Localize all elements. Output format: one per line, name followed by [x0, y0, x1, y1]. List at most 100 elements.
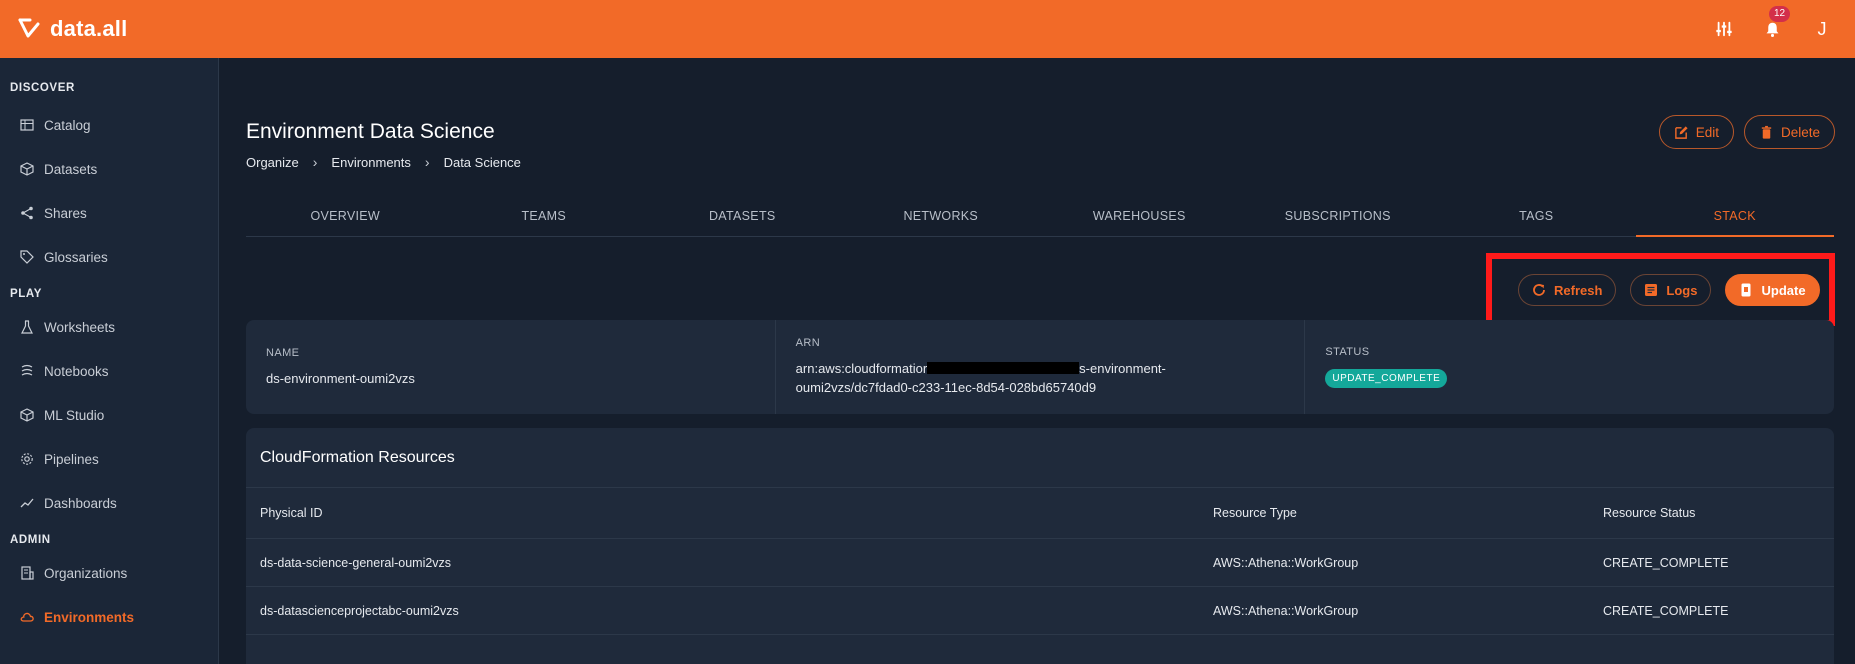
- tab-warehouses[interactable]: WAREHOUSES: [1040, 196, 1239, 236]
- breadcrumb-environments[interactable]: Environments: [331, 155, 410, 170]
- sidebar-item-label: Notebooks: [44, 363, 109, 379]
- resources-title: CloudFormation Resources: [246, 428, 1834, 488]
- breadcrumb-current: Data Science: [443, 154, 521, 170]
- notifications-bell-icon[interactable]: 12: [1759, 6, 1791, 42]
- sidebar-item-label: Organizations: [44, 565, 128, 581]
- stack-name-cell: NAME ds-environment-oumi2vzs: [246, 320, 776, 414]
- physical-id-cell: ds-datascienceprojectabc-oumi2vzs: [260, 603, 459, 618]
- sidebar-item-shares[interactable]: Shares: [0, 191, 218, 235]
- tag-icon: [20, 250, 34, 264]
- sidebar-item-label: ML Studio: [44, 407, 105, 423]
- column-header-physical-id: Physical ID: [260, 506, 323, 520]
- stack-status-label: STATUS: [1325, 346, 1370, 358]
- sidebar-item-environments[interactable]: Environments: [0, 595, 218, 639]
- logs-button-label: Logs: [1666, 282, 1698, 298]
- status-badge: UPDATE_COMPLETE: [1325, 369, 1448, 388]
- datasets-icon: [20, 162, 34, 176]
- settings-sliders-icon[interactable]: [1711, 16, 1737, 42]
- tab-teams[interactable]: TEAMS: [445, 196, 644, 236]
- stack-info-card: NAME ds-environment-oumi2vzs ARN arn:aws…: [246, 320, 1834, 414]
- stack-arn-value: arn:aws:cloudformatior s-environment- oum…: [796, 359, 1285, 397]
- chevron-right-icon: ›: [424, 154, 430, 170]
- cube-icon: [20, 408, 34, 422]
- stack-status-cell: STATUS UPDATE_COMPLETE: [1305, 320, 1834, 414]
- breadcrumb-organize[interactable]: Organize: [246, 155, 299, 170]
- catalog-icon: [20, 119, 34, 131]
- table-row: ds-datascienceprojectabc-oumi2vzs AWS::A…: [246, 587, 1834, 635]
- page-title: Environment Data Science: [246, 120, 495, 143]
- logs-icon: [1645, 284, 1658, 296]
- refresh-button-label: Refresh: [1554, 282, 1603, 298]
- stack-arn-label: ARN: [795, 337, 821, 349]
- physical-id-cell: ds-data-science-general-oumi2vzs: [260, 555, 452, 570]
- environment-tabs: OVERVIEW TEAMS DATASETS NETWORKS WAREHOU…: [246, 196, 1834, 237]
- sidebar-item-label: Shares: [44, 205, 87, 221]
- stack-name-label: NAME: [266, 346, 300, 359]
- tab-stack[interactable]: STACK: [1635, 196, 1835, 237]
- redaction-bar: [927, 362, 1080, 374]
- chart-icon: [20, 498, 34, 508]
- sidebar-item-label: Pipelines: [44, 451, 99, 467]
- stack-arn-cell: ARN arn:aws:cloudformatior s-environment-…: [776, 320, 1306, 414]
- brand-logo[interactable]: data.all: [16, 16, 127, 42]
- tab-datasets[interactable]: DATASETS: [643, 196, 842, 236]
- sidebar-item-label: Catalog: [44, 117, 91, 133]
- delete-button[interactable]: Delete: [1743, 115, 1835, 149]
- breadcrumb: Organize › Environments › Data Science: [246, 154, 521, 170]
- tab-subscriptions[interactable]: SUBSCRIPTIONS: [1239, 196, 1438, 236]
- sidebar-item-worksheets[interactable]: Worksheets: [0, 305, 218, 349]
- trash-icon: [1761, 125, 1772, 139]
- table-header-row: Physical ID Resource Type Resource Statu…: [246, 488, 1834, 539]
- sidebar-item-catalog[interactable]: Catalog: [0, 103, 218, 147]
- brand-name: data.all: [50, 16, 128, 41]
- edit-button[interactable]: Edit: [1658, 115, 1734, 149]
- sidebar-item-notebooks[interactable]: Notebooks: [0, 349, 218, 393]
- sidebar-item-label: Environments: [44, 609, 135, 625]
- sidebar-item-ml-studio[interactable]: ML Studio: [0, 393, 218, 437]
- top-app-bar: data.all 12 J: [0, 0, 1855, 58]
- arn-suffix: s-environment-: [1079, 361, 1166, 376]
- arn-line-2: oumi2vzs/dc7fdad0-c233-11ec-8d54-028bd65…: [795, 380, 1097, 395]
- building-icon: [21, 566, 34, 580]
- gear-icon: [21, 453, 33, 465]
- tab-overview[interactable]: OVERVIEW: [246, 196, 445, 236]
- sidebar-item-label: Glossaries: [44, 249, 108, 265]
- cloud-icon: [20, 612, 34, 622]
- edit-icon: [1674, 125, 1688, 139]
- user-avatar[interactable]: J: [1807, 19, 1837, 40]
- share-icon: [21, 206, 33, 220]
- sidebar-section-admin: ADMIN: [10, 534, 51, 546]
- tab-tags[interactable]: TAGS: [1437, 196, 1636, 236]
- sidebar-section-discover: DISCOVER: [10, 82, 75, 94]
- chevron-right-icon: ›: [312, 154, 318, 170]
- sidebar-item-pipelines[interactable]: Pipelines: [0, 437, 218, 481]
- update-icon: [1741, 283, 1751, 297]
- data-all-logo-icon: [18, 18, 40, 38]
- refresh-icon: [1533, 284, 1545, 296]
- tab-networks[interactable]: NETWORKS: [842, 196, 1041, 236]
- update-button-label: Update: [1761, 282, 1806, 298]
- sidebar-section-play: PLAY: [10, 288, 43, 300]
- stack-actions: Refresh Logs Update: [1518, 274, 1820, 306]
- resource-status-cell: CREATE_COMPLETE: [1603, 555, 1729, 570]
- sidebar-item-label: Worksheets: [44, 319, 116, 335]
- sidebar-item-label: Datasets: [44, 161, 98, 177]
- sidebar-item-organizations[interactable]: Organizations: [0, 551, 218, 595]
- update-button[interactable]: Update: [1725, 274, 1820, 306]
- sidebar-item-dashboards[interactable]: Dashboards: [0, 481, 218, 525]
- sidebar-item-datasets[interactable]: Datasets: [0, 147, 218, 191]
- resource-type-cell: AWS::Athena::WorkGroup: [1213, 555, 1359, 570]
- resource-status-cell: CREATE_COMPLETE: [1603, 603, 1729, 618]
- arn-prefix: arn:aws:cloudformatior: [795, 361, 928, 376]
- table-row: ds-data-science-general-oumi2vzs AWS::At…: [246, 539, 1834, 587]
- column-header-resource-status: Resource Status: [1603, 506, 1696, 520]
- main-content: Environment Data Science Organize › Envi…: [220, 58, 1855, 664]
- column-header-resource-type: Resource Type: [1213, 506, 1297, 520]
- logs-button[interactable]: Logs: [1630, 274, 1712, 306]
- sidebar-item-glossaries[interactable]: Glossaries: [0, 235, 218, 279]
- notebook-icon: [21, 364, 33, 376]
- refresh-button[interactable]: Refresh: [1518, 274, 1617, 306]
- resource-type-cell: AWS::Athena::WorkGroup: [1213, 603, 1359, 618]
- notification-count-badge: 12: [1769, 6, 1791, 22]
- flask-icon: [21, 320, 33, 334]
